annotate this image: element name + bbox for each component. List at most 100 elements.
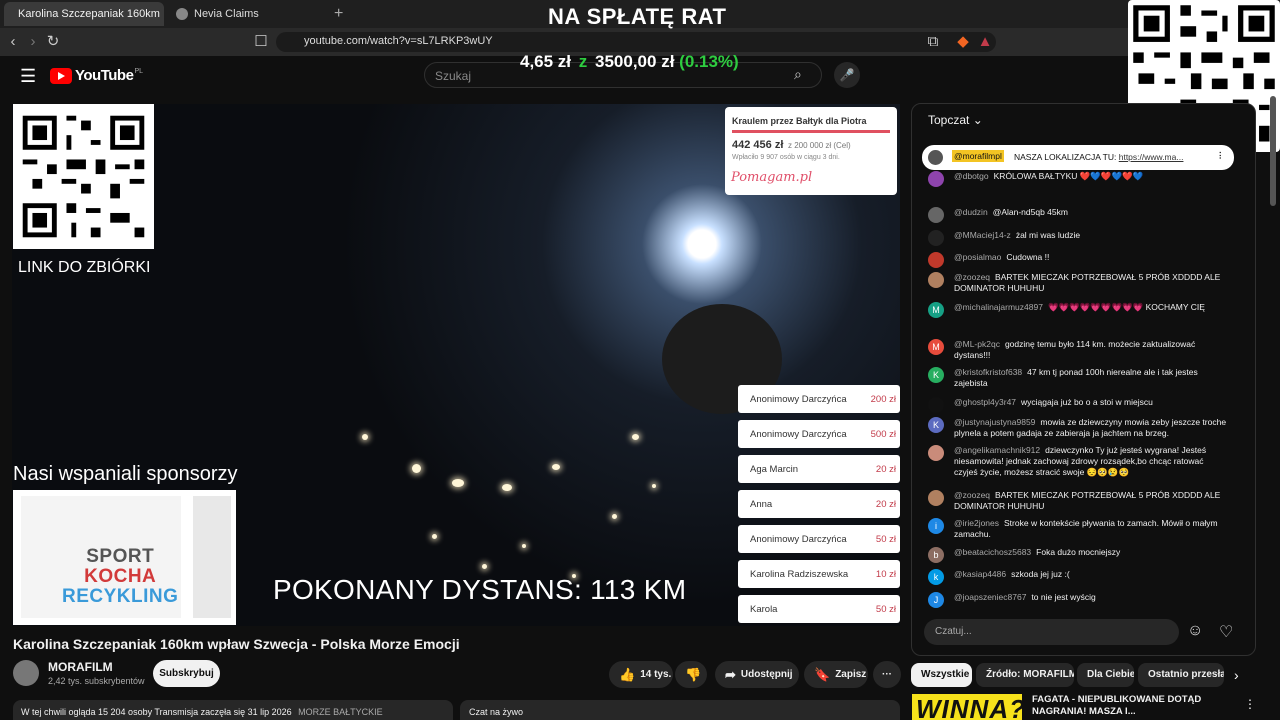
channel-name[interactable]: MORAFILM [48,660,113,674]
new-tab-icon[interactable]: + [334,5,343,23]
sponsors-label: Nasi wspaniali sponsorzy [13,463,238,485]
description-tag[interactable]: MORZE BAŁTYCKIE [298,707,383,717]
tab-nevia[interactable]: Nevia Claims [168,2,328,26]
chip-source[interactable]: Źródło: MORAFILM [976,663,1074,687]
pinned-message[interactable]: @morafilmpl NASZA LOKALIZACJA TU: https:… [922,145,1234,170]
avatar [928,207,944,223]
chat-text: BARTEK MIECZAK POTRZEBOWAŁ 5 PRÓB XDDDD … [954,272,1221,293]
chat-text: 💗💗💗💗💗💗💗💗💗 KOCHAMY CIĘ [1047,302,1205,312]
pomagam-logo: Pomagam.pl [731,170,813,185]
like-button[interactable]: 👍 14 tys. [609,661,673,688]
emoji-icon[interactable]: ☺ [1187,622,1203,640]
mic-icon[interactable]: 🎤 [834,62,860,88]
menu-icon[interactable]: ☰ [20,66,36,87]
chip-recent[interactable]: Ostatnio przesłane [1138,663,1224,687]
chat-author[interactable]: @zoozeq [954,490,990,500]
more-vertical-icon[interactable]: ⋮ [1244,697,1256,711]
thumbs-down-icon: 👎 [685,666,702,682]
chat-author[interactable]: @michalinajarmuz4897 [954,302,1043,312]
subscribe-button[interactable]: Subskrybuj [153,660,220,687]
donation-item: Anonimowy Darczyńca 50 zł [738,525,900,553]
chat-input[interactable]: Czatuj... [924,619,1179,645]
live-chat-tab[interactable]: Czat na żywo [460,700,900,720]
pinned-link[interactable]: https://www.ma... [1119,152,1184,162]
donor-name: Karolina Radziszewska [750,569,849,580]
avatar: b [928,547,944,563]
page-scrollbar[interactable] [1270,96,1276,206]
sponsor-logo: SPORT KOCHA RECYKLING [62,547,178,607]
chat-author[interactable]: @ghostpl4y3r47 [954,397,1016,407]
chat-author[interactable]: @ML-pk2qc [954,339,1000,349]
chat-author[interactable]: @kristofkristof638 [954,367,1022,377]
donation-item: Karola 50 zł [738,595,900,623]
sponsor-logo-line: KOCHA [84,566,157,587]
chat-author[interactable]: @MMaciej14-z [954,230,1011,240]
description-box[interactable]: W tej chwili ogląda 15 204 osoby Transmi… [13,700,453,720]
reload-icon[interactable]: ↻ [44,33,62,51]
goal-separator: z [578,52,588,71]
tab-karolina[interactable]: Karolina Szczepaniak 160km ✕ [4,2,164,26]
light-reflection [522,544,526,548]
chat-message: k @kasiap4486 szkoda jej juz :( [928,569,1228,585]
chat-text: KRÓLOWA BAŁTYKU ❤️💙❤️💙❤️💙 [993,171,1144,181]
share-button[interactable]: ➦ Udostępnij [715,661,799,688]
chat-author[interactable]: @beatacichosz5683 [954,547,1031,557]
donation-amount: 20 zł [875,464,896,475]
light-reflection [502,484,512,491]
chat-author[interactable]: @kasiap4486 [954,569,1006,579]
open-in-app-icon[interactable]: ⧉ [924,33,942,51]
recommendation-thumbnail[interactable]: WINNA? [912,694,1022,720]
pinned-author[interactable]: @morafilmpl [952,150,1004,162]
chat-author[interactable]: @joapszeniec8767 [954,592,1026,602]
youtube-logo[interactable]: YouTube PL [50,67,143,84]
donation-item: Aga Marcin 20 zł [738,455,900,483]
save-button[interactable]: 🔖 Zapisz [804,661,868,688]
chip-for-you[interactable]: Dla Ciebie [1077,663,1134,687]
search-icon[interactable]: ⌕ [794,66,802,83]
more-actions-button[interactable]: ··· [873,661,901,688]
avatar [928,272,944,288]
fundraiser-link-label: LINK DO ZBIÓRKI [18,259,151,276]
donation-item: Anonimowy Darczyńca 500 zł [738,420,900,448]
chat-author[interactable]: @zoozeq [954,272,990,282]
chat-author[interactable]: @irie2jones [954,518,999,528]
avatar [928,150,943,165]
sponsor-logo-line: SPORT [86,546,155,567]
thumbnail-text: WINNA? [916,694,1022,720]
like-count: 14 tys. [640,669,672,680]
chat-mode-dropdown[interactable]: Topczat ⌄ [928,113,983,127]
donor-name: Anonimowy Darczyńca [750,394,847,405]
fundraiser-title: Kraulem przez Bałtyk dla Piotra [732,116,867,126]
avatar: k [928,569,944,585]
avatar: K [928,417,944,433]
pinned-menu-icon[interactable]: ⋮ [1216,150,1225,161]
url-field[interactable]: youtube.com/watch?v=sL7LRKP3wUY [276,32,996,52]
bookmark-icon[interactable]: ☐ [252,33,270,51]
chat-message: K @justynajustyna9859 mowia ze dziewczyny … [928,417,1228,439]
chat-author[interactable]: @posialmao [954,252,1001,262]
chat-author[interactable]: @justynajustyna9859 [954,417,1035,427]
forward-icon[interactable]: › [24,33,42,51]
back-icon[interactable]: ‹ [4,33,22,51]
tab-label: Nevia Claims [194,8,259,20]
donation-amount: 200 zł [870,394,896,405]
heart-icon[interactable]: ♡ [1219,622,1233,642]
fundraiser-amount: 442 456 zł [732,139,784,151]
chip-all[interactable]: Wszystkie [911,663,972,687]
brave-shield-icon[interactable]: ◆ [954,33,972,51]
chat-message: @posialmao Cudowna !! [928,252,1228,268]
recommendation-title[interactable]: FAGATA - NIEPUBLIKOWANE DOTĄD NAGRANIA! … [1032,694,1232,718]
chat-message: @angelikamachnik912 dziewczynko Ty już je… [928,445,1228,478]
chevron-right-icon[interactable]: › [1234,667,1239,683]
chat-text: szkoda jej juz :( [1011,569,1070,579]
chat-author[interactable]: @dbotgo [954,171,989,181]
rewards-icon[interactable]: ▲ [976,33,994,51]
avatar [928,230,944,246]
dislike-button[interactable]: 👎 [675,661,707,688]
chat-author[interactable]: @dudzin [954,207,988,217]
chat-text: BARTEK MIECZAK POTRZEBOWAŁ 5 PRÓB XDDDD … [954,490,1221,511]
chat-message: b @beatacichosz5683 Foka dużo mocniejszy [928,547,1228,563]
channel-avatar[interactable] [13,660,39,686]
chat-author[interactable]: @angelikamachnik912 [954,445,1040,455]
avatar: K [928,367,944,383]
